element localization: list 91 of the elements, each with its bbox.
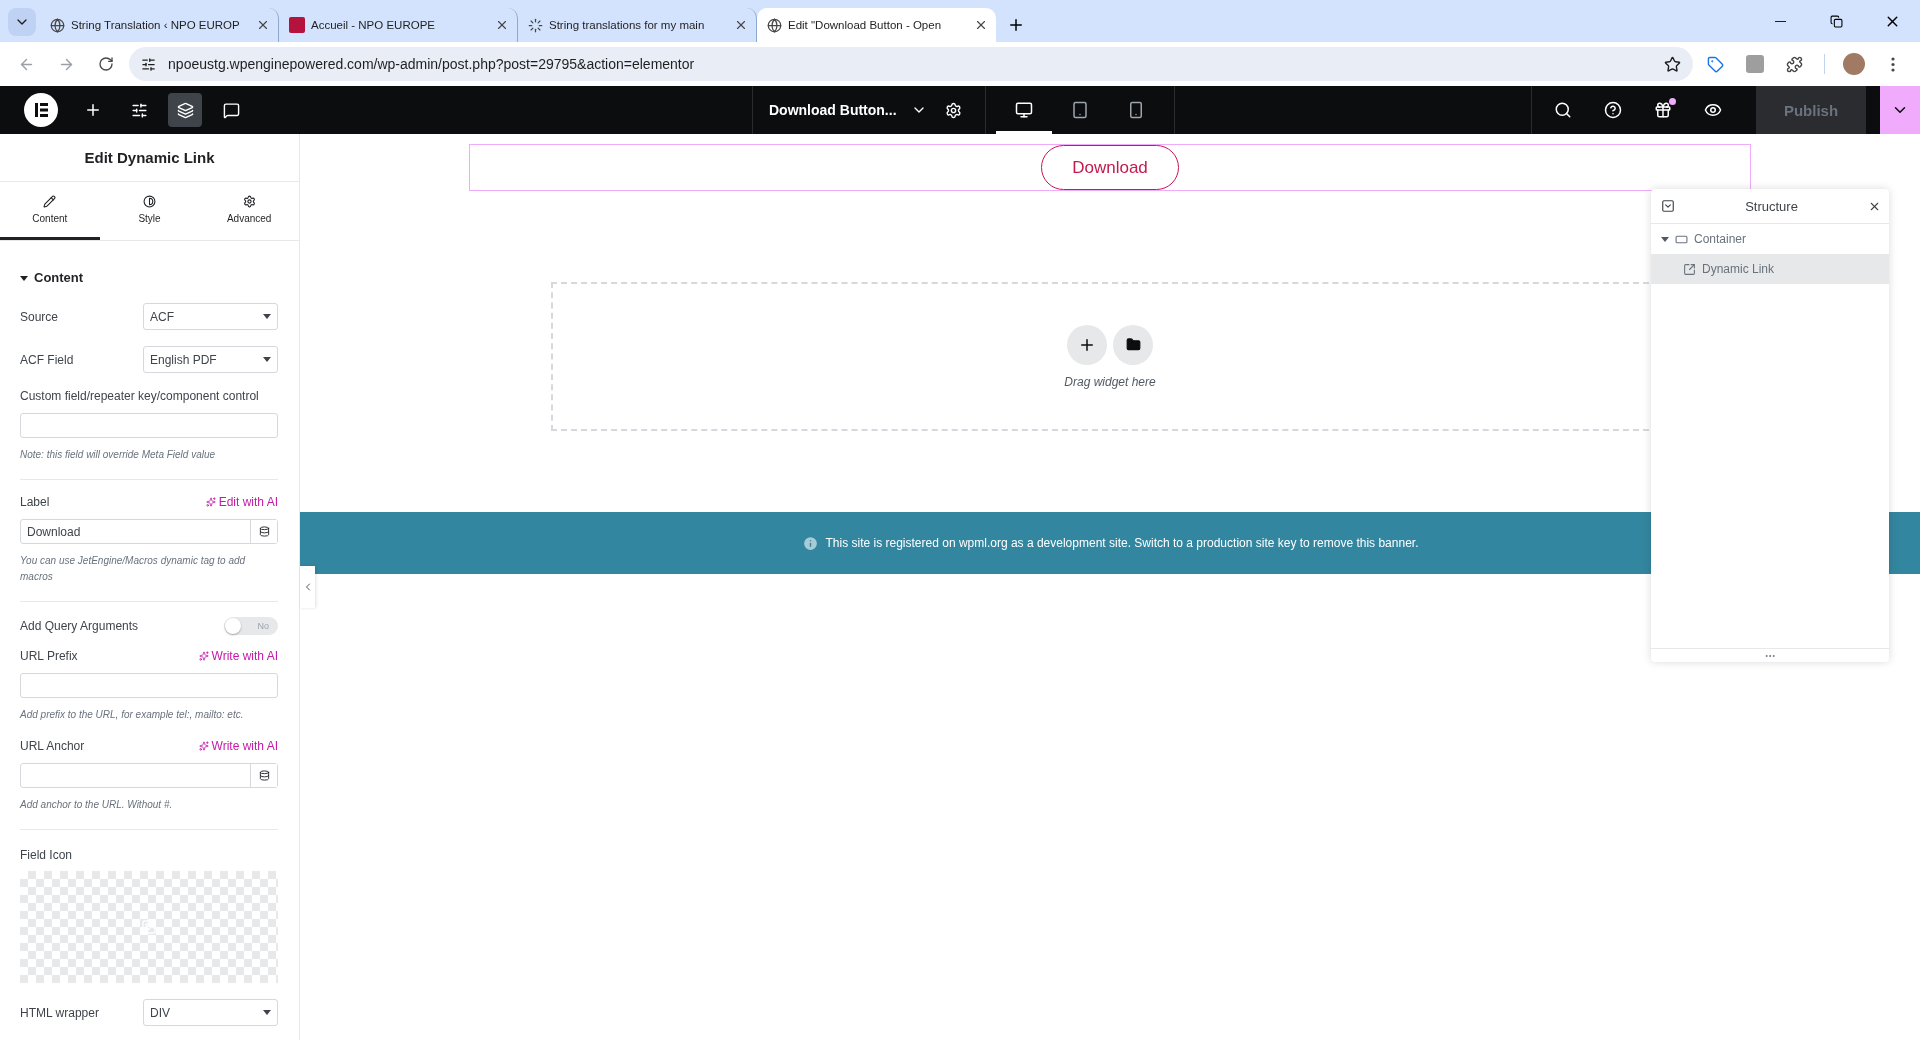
- site-settings-icon: [141, 56, 157, 72]
- minimize-icon: [1774, 20, 1786, 22]
- document-title-button[interactable]: Download Button...: [769, 102, 927, 118]
- close-icon[interactable]: [734, 18, 748, 32]
- tab-search-button[interactable]: [8, 8, 36, 36]
- ai-link[interactable]: Write with AI: [198, 649, 278, 663]
- tree-item[interactable]: Container: [1651, 224, 1889, 254]
- tree-item[interactable]: Dynamic Link: [1651, 254, 1889, 284]
- tablet-icon: [1070, 101, 1089, 119]
- field-label: URL Prefix: [20, 649, 78, 663]
- field-label: HTML wrapper: [20, 1005, 99, 1020]
- template-library-button[interactable]: [1113, 324, 1153, 365]
- ai-link[interactable]: Write with AI: [198, 739, 278, 753]
- banner-text: This site is registered on wpml.org as a development site. Switch to a production site key to remove this banner.: [825, 536, 1419, 550]
- comment-icon: [222, 101, 240, 119]
- puzzle-icon: [1786, 55, 1804, 73]
- dynamic-tags-button[interactable]: [250, 764, 277, 787]
- search-icon: [1554, 101, 1572, 119]
- panel-title: Edit Dynamic Link: [0, 134, 299, 182]
- sliders-icon: [130, 101, 148, 119]
- gift-icon: [1654, 101, 1672, 119]
- close-icon[interactable]: [495, 18, 509, 32]
- collapse-icon: [1661, 199, 1675, 213]
- structure-button[interactable]: [168, 93, 202, 127]
- bookmark-star-icon[interactable]: [1663, 55, 1681, 73]
- help-text: Add prefix to the URL, for example tel:, mailto: etc.: [20, 708, 245, 722]
- loading-icon: [528, 17, 543, 33]
- help-text: Note: this field will override Meta Field value: [20, 448, 217, 462]
- browser-tab[interactable]: Edit "Download Button - Open: [757, 8, 996, 42]
- field-label: ACF Field: [20, 352, 74, 367]
- image-icon: [141, 919, 157, 935]
- desktop-icon: [1014, 101, 1033, 119]
- sparkle-icon: [198, 741, 209, 751]
- field-label: URL Anchor: [20, 739, 85, 753]
- info-icon: [801, 534, 819, 552]
- reload-icon: [98, 56, 115, 72]
- help-text: Add anchor to the URL. Without #.: [20, 798, 174, 812]
- database-icon: [258, 526, 270, 537]
- globe-icon: [767, 17, 782, 33]
- section-toggle[interactable]: Content: [20, 270, 84, 285]
- sparkle-icon: [198, 651, 209, 661]
- restore-icon: [1829, 14, 1843, 28]
- expand-triangle-icon: [20, 273, 28, 282]
- text-field[interactable]: Download: [20, 519, 278, 544]
- field-label: Field Icon: [20, 848, 73, 862]
- site-logo-icon: [289, 17, 305, 33]
- ai-link[interactable]: Edit with AI: [205, 495, 278, 509]
- menu-icon: [1891, 56, 1896, 72]
- field-label: Add Query Arguments: [20, 619, 139, 633]
- panel-tab[interactable]: Advanced: [199, 182, 299, 240]
- layers-icon: [176, 101, 194, 119]
- text-field[interactable]: [20, 673, 278, 698]
- select-field[interactable]: English PDF: [143, 346, 278, 373]
- select-field[interactable]: DIV: [143, 999, 278, 1026]
- caret-icon: [263, 314, 271, 319]
- link-widget-icon: [1683, 262, 1696, 276]
- elementor-logo-icon[interactable]: [24, 93, 58, 127]
- drop-hint: Drag widget here: [1064, 374, 1156, 389]
- dynamic-tags-button[interactable]: [250, 520, 277, 543]
- add-section-button[interactable]: [1067, 324, 1107, 365]
- panel-tab[interactable]: Style: [99, 182, 200, 240]
- avatar-icon: [1842, 53, 1865, 75]
- caret-icon: [263, 1010, 271, 1015]
- close-icon[interactable]: [256, 18, 270, 32]
- settings-icon: [945, 101, 963, 119]
- folder-icon: [1125, 337, 1141, 352]
- database-icon: [258, 770, 270, 781]
- select-field[interactable]: ACF: [143, 303, 278, 330]
- help-icon: [1604, 101, 1622, 119]
- eye-icon: [1704, 101, 1722, 119]
- tag-icon: [1706, 55, 1724, 73]
- sparkle-icon: [205, 497, 216, 507]
- field-label: Label: [20, 495, 50, 509]
- plus-icon: [1007, 16, 1025, 34]
- panel-tab[interactable]: Content: [0, 182, 100, 240]
- text-field[interactable]: [20, 413, 278, 438]
- pencil-icon: [43, 195, 57, 208]
- text-field[interactable]: [20, 763, 278, 788]
- gear-icon: [242, 195, 256, 208]
- extension-icon: [1746, 55, 1765, 73]
- structure-title: Structure: [1745, 198, 1798, 214]
- field-label: Source: [20, 309, 59, 324]
- address-bar[interactable]: npoeustg.wpenginepowered.com/wp-admin/post.php?post=29795&action=elementor: [129, 47, 1693, 81]
- help-text: You can use JetEngine/Macros dynamic tag to add macros: [20, 554, 247, 584]
- collapse-button[interactable]: [1661, 199, 1675, 213]
- half-circle-icon: [143, 195, 156, 208]
- plus-icon: [84, 101, 102, 119]
- caret-icon: [263, 357, 271, 362]
- globe-icon: [50, 17, 65, 33]
- field-label: Custom field/repeater key/component control: [20, 389, 259, 403]
- close-icon[interactable]: [974, 18, 988, 32]
